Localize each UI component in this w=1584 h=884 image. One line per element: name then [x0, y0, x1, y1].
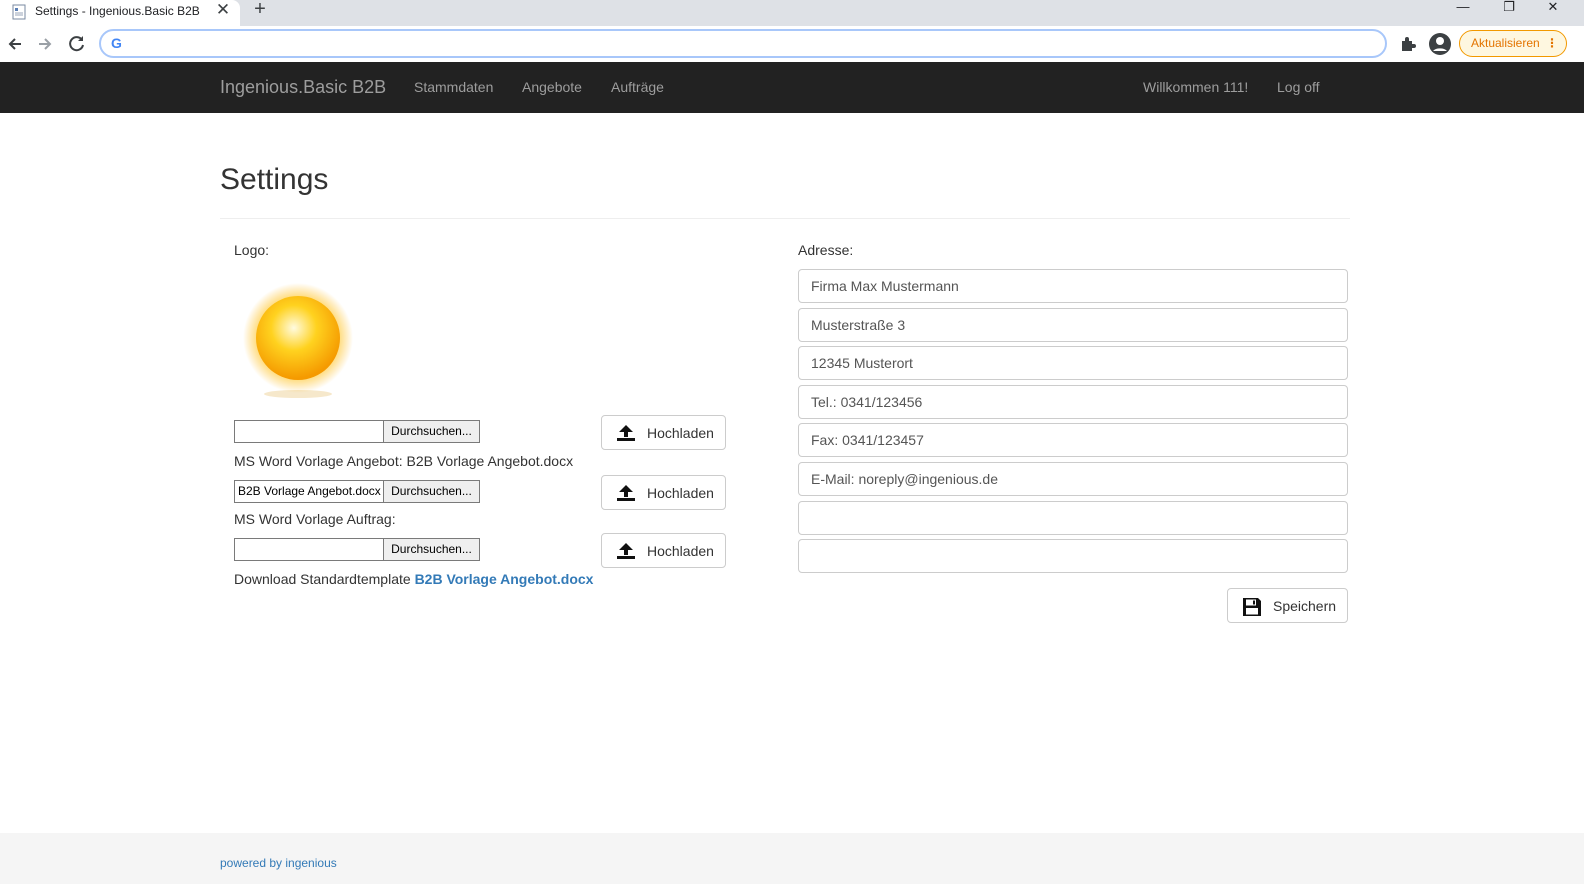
auftrag-template-label: MS Word Vorlage Auftrag:: [234, 511, 396, 527]
upload-label: Hochladen: [647, 543, 714, 559]
logo-label: Logo:: [234, 242, 270, 258]
window-restore-icon[interactable]: ❐: [1486, 0, 1532, 18]
angebot-template-label: MS Word Vorlage Angebot: B2B Vorlage Ang…: [234, 453, 574, 469]
back-arrow-icon[interactable]: [2, 31, 28, 57]
upload-icon: [617, 543, 635, 559]
address-bar[interactable]: G: [99, 29, 1387, 58]
browser-tabstrip: Settings - Ingenious.Basic B2B ✕ + — ❐ ✕: [0, 0, 1584, 26]
nav-welcome[interactable]: Willkommen 111!: [1143, 79, 1248, 95]
download-text: Download Standardtemplate: [234, 571, 411, 587]
kebab-menu-icon: ⋮: [1546, 36, 1558, 50]
logo-browse-button[interactable]: Durchsuchen...: [383, 420, 480, 443]
profile-avatar-icon[interactable]: [1428, 32, 1452, 56]
address-line-1[interactable]: [798, 269, 1348, 303]
extensions-puzzle-icon[interactable]: [1399, 35, 1417, 53]
address-line-8[interactable]: [798, 539, 1348, 573]
address-label: Adresse:: [798, 242, 854, 258]
reload-icon[interactable]: [64, 31, 90, 57]
address-line-4[interactable]: [798, 385, 1348, 419]
page-title: Settings: [220, 163, 329, 196]
address-input[interactable]: [135, 33, 1365, 54]
forward-arrow-icon[interactable]: [32, 31, 58, 57]
download-row: Download Standardtemplate B2B Vorlage An…: [234, 571, 593, 587]
update-button[interactable]: Aktualisieren ⋮: [1459, 30, 1567, 57]
floppy-disk-icon: [1243, 598, 1261, 616]
nav-angebote[interactable]: Angebote: [522, 79, 582, 95]
address-line-6[interactable]: [798, 462, 1348, 496]
upload-icon: [617, 425, 635, 441]
sun-logo-image: [243, 283, 353, 398]
upload-label: Hochladen: [647, 425, 714, 441]
logo-file-name[interactable]: [234, 420, 384, 443]
new-tab-icon[interactable]: +: [249, 0, 271, 22]
address-line-5[interactable]: [798, 423, 1348, 457]
browser-tab[interactable]: Settings - Ingenious.Basic B2B ✕: [0, 0, 240, 26]
address-line-3[interactable]: [798, 346, 1348, 380]
angebot-file-input[interactable]: B2B Vorlage Angebot.docx Durchsuchen...: [234, 480, 480, 503]
tab-title: Settings - Ingenious.Basic B2B: [35, 4, 200, 18]
powered-by-link[interactable]: powered by ingenious: [220, 856, 337, 870]
angebot-upload-button[interactable]: Hochladen: [601, 475, 726, 510]
address-line-7[interactable]: [798, 501, 1348, 535]
download-template-link[interactable]: B2B Vorlage Angebot.docx: [415, 571, 594, 587]
nav-stammdaten[interactable]: Stammdaten: [414, 79, 493, 95]
auftrag-file-name[interactable]: [234, 538, 384, 561]
nav-auftraege[interactable]: Aufträge: [611, 79, 664, 95]
nav-logoff[interactable]: Log off: [1277, 79, 1320, 95]
angebot-file-name[interactable]: B2B Vorlage Angebot.docx: [234, 480, 384, 503]
upload-label: Hochladen: [647, 485, 714, 501]
auftrag-browse-button[interactable]: Durchsuchen...: [383, 538, 480, 561]
upload-icon: [617, 485, 635, 501]
window-minimize-icon[interactable]: —: [1440, 0, 1486, 18]
logo-upload-button[interactable]: Hochladen: [601, 415, 726, 450]
save-label: Speichern: [1273, 598, 1337, 614]
angebot-browse-button[interactable]: Durchsuchen...: [383, 480, 480, 503]
save-button[interactable]: Speichern: [1227, 588, 1348, 623]
window-close-icon[interactable]: ✕: [1530, 0, 1576, 18]
update-label: Aktualisieren: [1471, 36, 1540, 50]
google-icon: G: [111, 35, 122, 51]
site-navbar: Ingenious.Basic B2B Stammdaten Angebote …: [0, 62, 1584, 113]
auftrag-file-input[interactable]: Durchsuchen...: [234, 538, 480, 561]
page-footer: powered by ingenious: [0, 833, 1584, 884]
auftrag-upload-button[interactable]: Hochladen: [601, 533, 726, 568]
title-divider: [220, 218, 1350, 219]
address-line-2[interactable]: [798, 308, 1348, 342]
logo-file-input[interactable]: Durchsuchen...: [234, 420, 480, 443]
brand-link[interactable]: Ingenious.Basic B2B: [220, 77, 386, 98]
browser-toolbar: G Aktualisieren ⋮: [0, 26, 1584, 62]
tab-close-icon[interactable]: ✕: [212, 0, 234, 22]
document-icon: [12, 4, 26, 20]
